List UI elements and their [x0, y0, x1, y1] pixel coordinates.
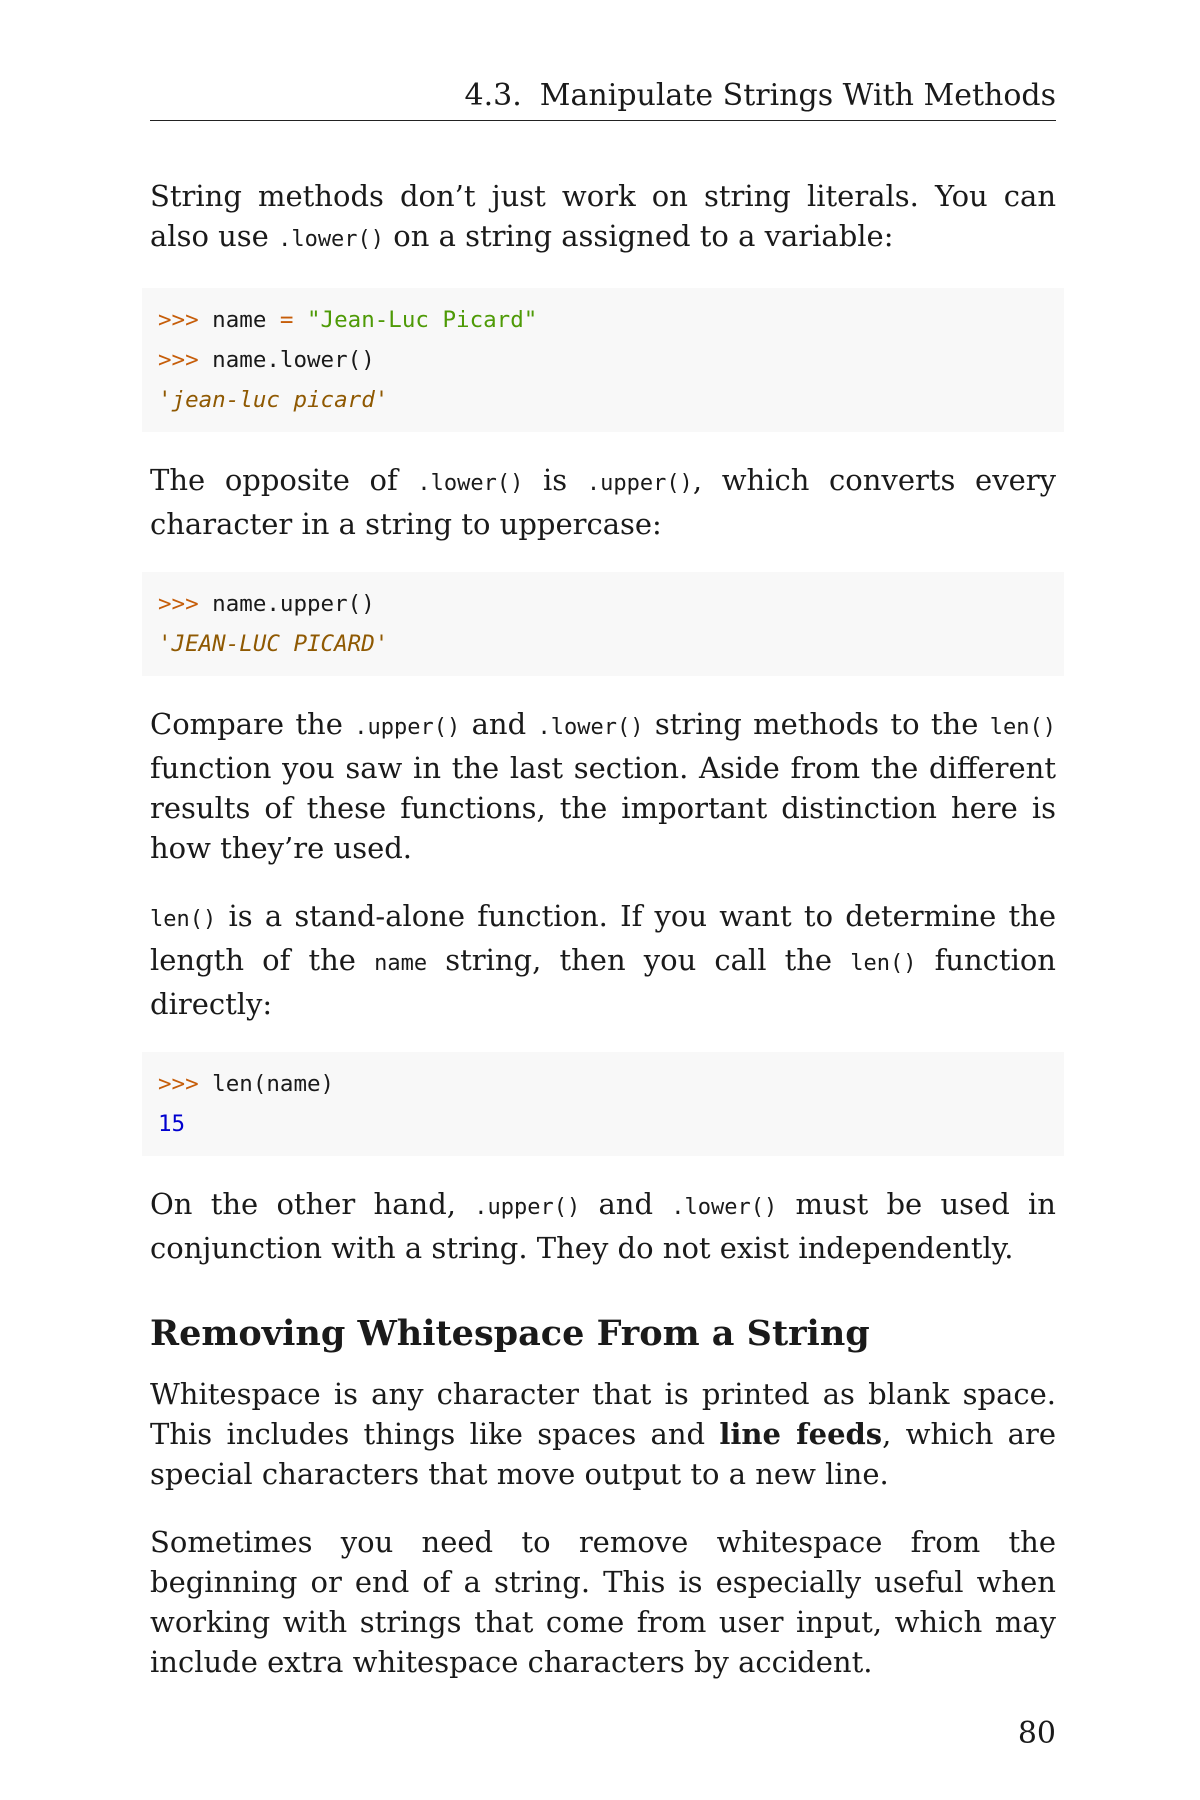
paragraph-upper: The opposite of .lower() is .upper(), wh…: [150, 460, 1056, 544]
text: and: [580, 1187, 672, 1221]
code-line: >>> name.upper(): [158, 584, 1048, 624]
code-output-number: 15: [158, 1111, 186, 1137]
paragraph-whitespace-definition: Whitespace is any character that is prin…: [150, 1374, 1056, 1494]
code-block-lower: >>> name = "Jean-Luc Picard" >>> name.lo…: [142, 288, 1064, 432]
paragraph-string-methods-variables: String methods don’t just work on string…: [150, 176, 1056, 260]
inline-code: .lower(): [537, 715, 644, 740]
paragraph-len-standalone: len() is a stand-alone function. If you …: [150, 896, 1056, 1024]
text: On the other hand,: [150, 1187, 475, 1221]
repl-prompt: >>>: [158, 591, 199, 617]
paragraph-remove-whitespace: Sometimes you need to remove whitespace …: [150, 1522, 1056, 1682]
text: and: [460, 707, 538, 741]
inline-code: len(): [850, 951, 917, 976]
text: is: [523, 463, 587, 497]
inline-code: len(): [989, 715, 1056, 740]
paragraph-methods-conjunction: On the other hand, .upper() and .lower()…: [150, 1184, 1056, 1268]
code-text: len(name): [198, 1071, 335, 1097]
text: func­tion you saw in the last section. A…: [150, 751, 1056, 865]
inline-code: .upper(): [354, 715, 461, 740]
code-line: >>> name.lower(): [158, 340, 1048, 380]
bold-term: line feeds: [719, 1417, 883, 1451]
code-text: name.lower(): [198, 347, 375, 373]
code-block-len: >>> len(name) 15: [142, 1052, 1064, 1156]
inline-code: .lower(): [417, 471, 524, 496]
inline-code: .upper(): [474, 1195, 581, 1220]
repl-prompt: >>>: [158, 1071, 199, 1097]
inline-code: len(): [150, 907, 217, 932]
repl-prompt: >>>: [158, 347, 199, 373]
paragraph-compare-methods: Compare the .upper() and .lower() string…: [150, 704, 1056, 868]
page-number: 80: [1017, 1716, 1056, 1751]
header-section-title: Manipulate Strings With Methods: [539, 78, 1056, 113]
page-content: String methods don’t just work on string…: [142, 176, 1064, 1710]
text: Sometimes you need to remove whitespace …: [150, 1525, 1056, 1679]
text: Compare the: [150, 707, 355, 741]
code-block-upper: >>> name.upper() 'JEAN-LUC PICARD': [142, 572, 1064, 676]
code-output: 'JEAN-LUC PICARD': [158, 631, 389, 657]
code-line: >>> name = "Jean-Luc Picard": [158, 300, 1048, 340]
header-section-number: 4.3.: [464, 78, 522, 113]
text: The opposite of: [150, 463, 418, 497]
inline-code: .lower(): [278, 227, 385, 252]
code-operator: =: [279, 307, 294, 333]
code-text: name: [198, 307, 280, 333]
inline-code: .lower(): [671, 1195, 778, 1220]
text: string methods to the: [643, 707, 990, 741]
code-line: >>> len(name): [158, 1064, 1048, 1104]
code-string: "Jean-Luc Picard": [307, 307, 538, 333]
text: on a string assigned to a variable:: [384, 219, 894, 253]
code-output: 'jean-luc picard': [158, 387, 389, 413]
inline-code: .upper(): [586, 471, 693, 496]
repl-prompt: >>>: [158, 307, 199, 333]
book-page: 4.3. Manipulate Strings With Methods Stri…: [142, 0, 1064, 1800]
text: string, then you call the: [427, 943, 851, 977]
code-text: name.upper(): [198, 591, 375, 617]
inline-code: name: [374, 951, 428, 976]
running-header: 4.3. Manipulate Strings With Methods: [150, 76, 1056, 121]
section-heading: Removing Whitespace From a String: [150, 1313, 870, 1354]
